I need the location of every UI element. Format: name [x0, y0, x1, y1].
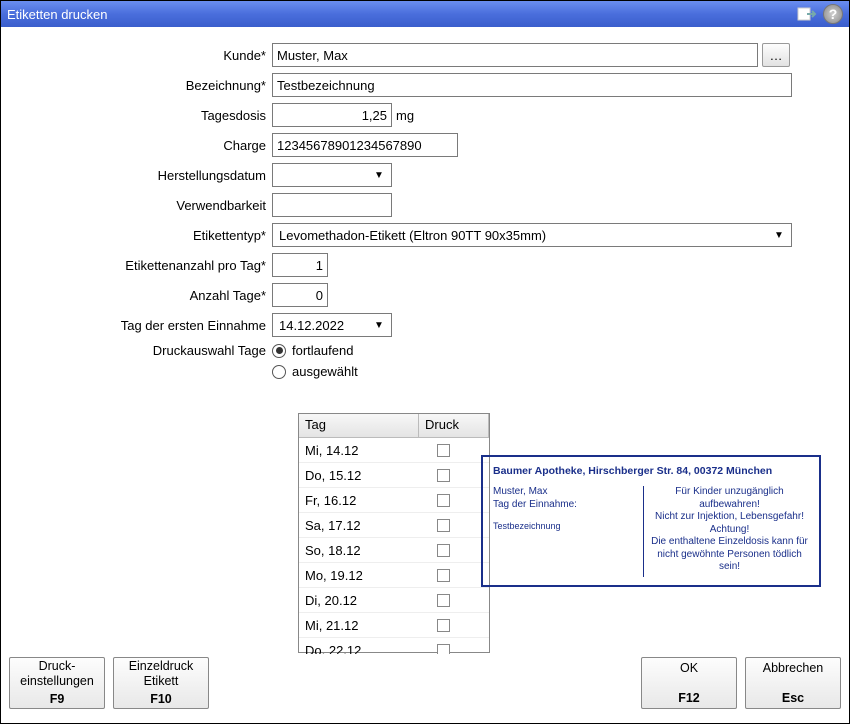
export-icon[interactable]: [797, 5, 817, 23]
day-cell: Do, 22.12: [299, 643, 419, 655]
druckeinstellungen-button[interactable]: Druck- einstellungen F9: [9, 657, 105, 709]
label-herstellungsdatum: Herstellungsdatum: [17, 168, 272, 183]
radio-icon: [272, 344, 286, 358]
druck-checkbox[interactable]: [437, 444, 450, 457]
etikettentyp-dropdown[interactable]: Levomethadon-Etikett (Eltron 90TT 90x35m…: [272, 223, 792, 247]
tagesdosis-unit: mg: [396, 108, 414, 123]
day-table: Tag Druck Mi, 14.12 Do, 15.12 Fr, 16.12 Sa,…: [298, 413, 490, 653]
day-cell: Fr, 16.12: [299, 493, 419, 508]
druck-checkbox[interactable]: [437, 544, 450, 557]
tag-erste-dropdown[interactable]: 14.12.2022 ▼: [272, 313, 392, 337]
druck-checkbox[interactable]: [437, 594, 450, 607]
label-tag-erste: Tag der ersten Einnahme: [17, 318, 272, 333]
preview-bezeichnung: Testbezeichnung: [493, 521, 643, 532]
chevron-down-icon: ▼: [371, 320, 387, 331]
radio-icon: [272, 365, 286, 379]
label-charge: Charge: [17, 138, 272, 153]
label-druckauswahl: Druckauswahl Tage: [17, 343, 272, 358]
druck-checkbox[interactable]: [437, 569, 450, 582]
label-anzahl-tage: Anzahl Tage*: [17, 288, 272, 303]
table-row[interactable]: Fr, 16.12: [299, 488, 489, 513]
preview-warn4: Die enthaltene Einzeldosis kann für nich…: [650, 536, 809, 574]
ok-button[interactable]: OK F12: [641, 657, 737, 709]
help-icon[interactable]: ?: [823, 5, 843, 23]
day-cell: Mi, 21.12: [299, 618, 419, 633]
table-row[interactable]: Mi, 21.12: [299, 613, 489, 638]
day-cell: Di, 20.12: [299, 593, 419, 608]
table-row[interactable]: Di, 20.12: [299, 588, 489, 613]
abbrechen-button[interactable]: Abbrechen Esc: [745, 657, 841, 709]
window-title: Etiketten drucken: [7, 7, 791, 22]
table-row[interactable]: Mo, 19.12: [299, 563, 489, 588]
label-etiketten-pro-tag: Etikettenanzahl pro Tag*: [17, 258, 272, 273]
label-tagesdosis: Tagesdosis: [17, 108, 272, 123]
titlebar: Etiketten drucken ?: [1, 1, 849, 27]
druck-checkbox[interactable]: [437, 519, 450, 532]
radio-fortlaufend[interactable]: fortlaufend: [272, 343, 353, 358]
table-row[interactable]: Do, 22.12: [299, 638, 489, 654]
tagesdosis-input[interactable]: [272, 103, 392, 127]
herstellungsdatum-dropdown[interactable]: ▼: [272, 163, 392, 187]
preview-warn3: Achtung!: [650, 524, 809, 537]
preview-warn1: Für Kinder unzugänglich aufbewahren!: [650, 486, 809, 511]
kunde-lookup-button[interactable]: …: [762, 43, 790, 67]
kunde-input[interactable]: [272, 43, 758, 67]
col-druck-header[interactable]: Druck: [419, 414, 489, 437]
day-table-rows[interactable]: Mi, 14.12 Do, 15.12 Fr, 16.12 Sa, 17.12 So, …: [299, 438, 489, 654]
preview-warn2: Nicht zur Injektion, Lebensgefahr!: [650, 511, 809, 524]
druck-checkbox[interactable]: [437, 619, 450, 632]
anzahl-tage-input[interactable]: [272, 283, 328, 307]
label-bezeichnung: Bezeichnung*: [17, 78, 272, 93]
table-row[interactable]: Do, 15.12: [299, 463, 489, 488]
day-cell: Sa, 17.12: [299, 518, 419, 533]
label-etikettentyp: Etikettentyp*: [17, 228, 272, 243]
day-cell: So, 18.12: [299, 543, 419, 558]
druck-checkbox[interactable]: [437, 469, 450, 482]
label-preview: Baumer Apotheke, Hirschberger Str. 84, 0…: [481, 455, 821, 587]
preview-patient: Muster, Max: [493, 486, 643, 499]
preview-einnahme-label: Tag der Einnahme:: [493, 499, 643, 512]
druck-checkbox[interactable]: [437, 644, 450, 655]
verwendbarkeit-input[interactable]: [272, 193, 392, 217]
charge-input[interactable]: [272, 133, 458, 157]
table-row[interactable]: Sa, 17.12: [299, 513, 489, 538]
day-cell: Mo, 19.12: [299, 568, 419, 583]
etiketten-pro-tag-input[interactable]: [272, 253, 328, 277]
preview-pharmacy: Baumer Apotheke, Hirschberger Str. 84, 0…: [493, 465, 809, 478]
table-row[interactable]: So, 18.12: [299, 538, 489, 563]
day-cell: Mi, 14.12: [299, 443, 419, 458]
druck-checkbox[interactable]: [437, 494, 450, 507]
radio-ausgewaehlt[interactable]: ausgewählt: [272, 364, 358, 379]
chevron-down-icon: ▼: [771, 230, 787, 241]
label-kunde: Kunde*: [17, 48, 272, 63]
chevron-down-icon: ▼: [371, 170, 387, 181]
col-tag-header[interactable]: Tag: [299, 414, 419, 437]
einzeldruck-button[interactable]: Einzeldruck Etikett F10: [113, 657, 209, 709]
bezeichnung-input[interactable]: [272, 73, 792, 97]
day-cell: Do, 15.12: [299, 468, 419, 483]
table-row[interactable]: Mi, 14.12: [299, 438, 489, 463]
label-verwendbarkeit: Verwendbarkeit: [17, 198, 272, 213]
